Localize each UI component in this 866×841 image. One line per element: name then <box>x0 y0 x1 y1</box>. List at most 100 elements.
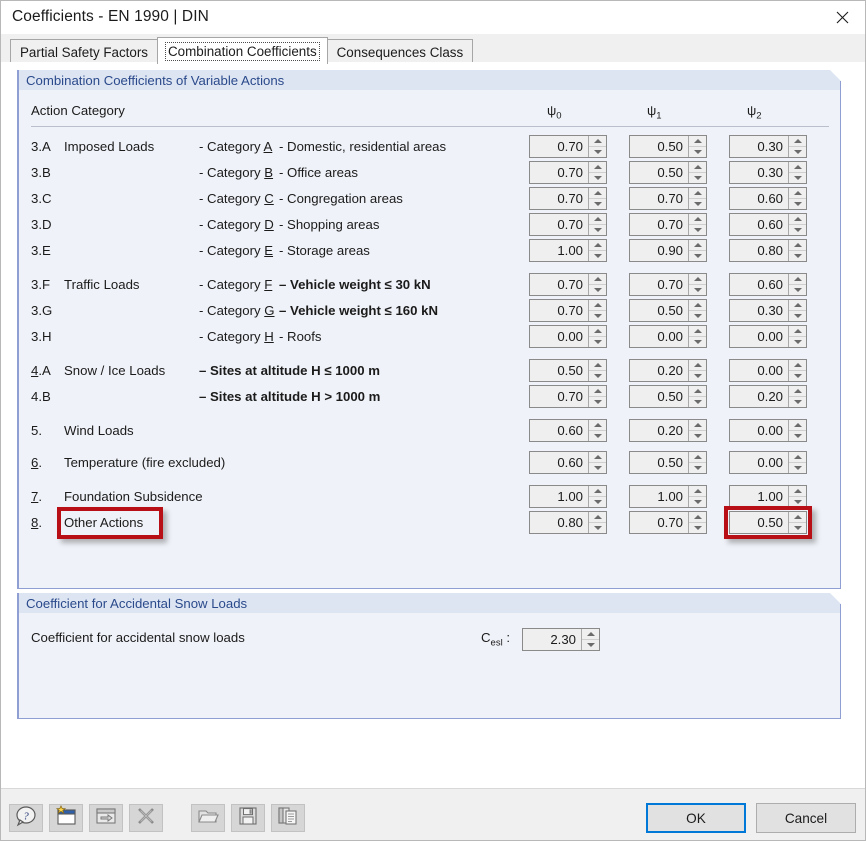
psi2-spinner[interactable]: 0.30 <box>729 135 807 158</box>
psi1-spinner-value[interactable]: 0.20 <box>630 360 688 381</box>
psi0-spinner-spin-buttons[interactable] <box>588 452 606 473</box>
psi2-spinner[interactable]: 0.60 <box>729 187 807 210</box>
spin-up-icon[interactable] <box>789 300 806 311</box>
psi2-spinner-spin-buttons[interactable] <box>788 326 806 347</box>
spin-down-icon[interactable] <box>589 311 606 321</box>
psi0-spinner-spin-buttons[interactable] <box>588 386 606 407</box>
psi1-spinner-spin-buttons[interactable] <box>688 326 706 347</box>
spin-up-icon[interactable] <box>789 326 806 337</box>
psi0-spinner-value[interactable]: 0.70 <box>530 274 588 295</box>
spin-up-icon[interactable] <box>589 486 606 497</box>
psi2-spinner[interactable]: 0.00 <box>729 451 807 474</box>
spin-up-icon[interactable] <box>689 214 706 225</box>
spin-down-icon[interactable] <box>789 225 806 235</box>
psi0-spinner-value[interactable]: 0.00 <box>530 326 588 347</box>
psi1-spinner[interactable]: 0.70 <box>629 273 707 296</box>
psi0-spinner-spin-buttons[interactable] <box>588 420 606 441</box>
spin-up-icon[interactable] <box>689 162 706 173</box>
cesl-spin-buttons[interactable] <box>581 629 599 650</box>
spin-down-icon[interactable] <box>789 431 806 441</box>
psi0-spinner[interactable]: 0.70 <box>529 135 607 158</box>
spin-down-icon[interactable] <box>589 397 606 407</box>
psi0-spinner-spin-buttons[interactable] <box>588 214 606 235</box>
psi2-spinner-value[interactable]: 0.60 <box>730 188 788 209</box>
psi1-spinner-value[interactable]: 0.70 <box>630 274 688 295</box>
psi1-spinner-spin-buttons[interactable] <box>688 452 706 473</box>
spin-down-icon[interactable] <box>589 497 606 507</box>
psi1-spinner-value[interactable]: 0.70 <box>630 214 688 235</box>
spin-up-icon[interactable] <box>689 136 706 147</box>
spin-down-icon[interactable] <box>689 251 706 261</box>
psi0-spinner-value[interactable]: 0.60 <box>530 420 588 441</box>
psi1-spinner-value[interactable]: 0.50 <box>630 300 688 321</box>
spin-down-icon[interactable] <box>689 225 706 235</box>
spin-down-icon[interactable] <box>789 199 806 209</box>
spin-up-icon[interactable] <box>589 326 606 337</box>
psi2-spinner-spin-buttons[interactable] <box>788 486 806 507</box>
spin-down-icon[interactable] <box>789 311 806 321</box>
psi1-spinner-value[interactable]: 0.20 <box>630 420 688 441</box>
psi0-spinner-value[interactable]: 1.00 <box>530 240 588 261</box>
spin-down-icon[interactable] <box>589 431 606 441</box>
psi1-spinner-spin-buttons[interactable] <box>688 188 706 209</box>
spin-up-icon[interactable] <box>789 420 806 431</box>
psi1-spinner[interactable]: 0.20 <box>629 419 707 442</box>
psi2-spinner-value[interactable]: 0.30 <box>730 136 788 157</box>
psi0-spinner-value[interactable]: 0.60 <box>530 452 588 473</box>
spin-up-icon[interactable] <box>689 360 706 371</box>
psi0-spinner[interactable]: 0.70 <box>529 299 607 322</box>
psi1-spinner-spin-buttons[interactable] <box>688 512 706 533</box>
psi1-spinner[interactable]: 0.50 <box>629 385 707 408</box>
psi2-spinner[interactable]: 1.00 <box>729 485 807 508</box>
psi1-spinner[interactable]: 0.00 <box>629 325 707 348</box>
psi1-spinner[interactable]: 0.50 <box>629 135 707 158</box>
cesl-value[interactable]: 2.30 <box>523 629 581 650</box>
spin-up-icon[interactable] <box>589 360 606 371</box>
psi1-spinner-spin-buttons[interactable] <box>688 386 706 407</box>
psi0-spinner-spin-buttons[interactable] <box>588 360 606 381</box>
spin-down-icon[interactable] <box>689 431 706 441</box>
psi2-spinner[interactable]: 0.60 <box>729 213 807 236</box>
spin-down-icon[interactable] <box>589 523 606 533</box>
spin-up-icon[interactable] <box>789 162 806 173</box>
psi1-spinner-spin-buttons[interactable] <box>688 300 706 321</box>
spin-down-icon[interactable] <box>689 463 706 473</box>
spin-down-icon[interactable] <box>689 337 706 347</box>
psi1-spinner-spin-buttons[interactable] <box>688 360 706 381</box>
psi2-spinner[interactable]: 0.80 <box>729 239 807 262</box>
delete-button[interactable] <box>129 804 163 832</box>
psi0-spinner-spin-buttons[interactable] <box>588 326 606 347</box>
spin-down-icon[interactable] <box>789 285 806 295</box>
spin-up-icon[interactable] <box>589 136 606 147</box>
psi2-spinner-spin-buttons[interactable] <box>788 162 806 183</box>
psi0-spinner-value[interactable]: 0.70 <box>530 136 588 157</box>
psi0-spinner[interactable]: 1.00 <box>529 239 607 262</box>
psi0-spinner-spin-buttons[interactable] <box>588 188 606 209</box>
psi2-spinner-value[interactable]: 0.50 <box>730 512 788 533</box>
psi1-spinner-value[interactable]: 0.90 <box>630 240 688 261</box>
psi1-spinner[interactable]: 0.70 <box>629 511 707 534</box>
psi0-spinner-value[interactable]: 0.70 <box>530 188 588 209</box>
psi1-spinner-spin-buttons[interactable] <box>688 136 706 157</box>
psi1-spinner[interactable]: 0.20 <box>629 359 707 382</box>
spin-up-icon[interactable] <box>589 214 606 225</box>
psi1-spinner-spin-buttons[interactable] <box>688 486 706 507</box>
psi0-spinner-spin-buttons[interactable] <box>588 512 606 533</box>
psi1-spinner[interactable]: 1.00 <box>629 485 707 508</box>
psi1-spinner-value[interactable]: 0.50 <box>630 136 688 157</box>
psi0-spinner[interactable]: 0.70 <box>529 385 607 408</box>
spin-down-icon[interactable] <box>689 199 706 209</box>
psi0-spinner-spin-buttons[interactable] <box>588 274 606 295</box>
psi2-spinner-spin-buttons[interactable] <box>788 214 806 235</box>
spin-up-icon[interactable] <box>589 162 606 173</box>
psi0-spinner[interactable]: 0.60 <box>529 419 607 442</box>
spin-down-icon[interactable] <box>589 147 606 157</box>
psi2-spinner-value[interactable]: 0.60 <box>730 214 788 235</box>
spin-down-icon[interactable] <box>589 225 606 235</box>
spin-up-icon[interactable] <box>789 136 806 147</box>
psi2-spinner-spin-buttons[interactable] <box>788 452 806 473</box>
spin-up-icon[interactable] <box>589 420 606 431</box>
spin-up-icon[interactable] <box>589 452 606 463</box>
psi1-spinner-spin-buttons[interactable] <box>688 214 706 235</box>
spin-up-icon[interactable] <box>689 274 706 285</box>
